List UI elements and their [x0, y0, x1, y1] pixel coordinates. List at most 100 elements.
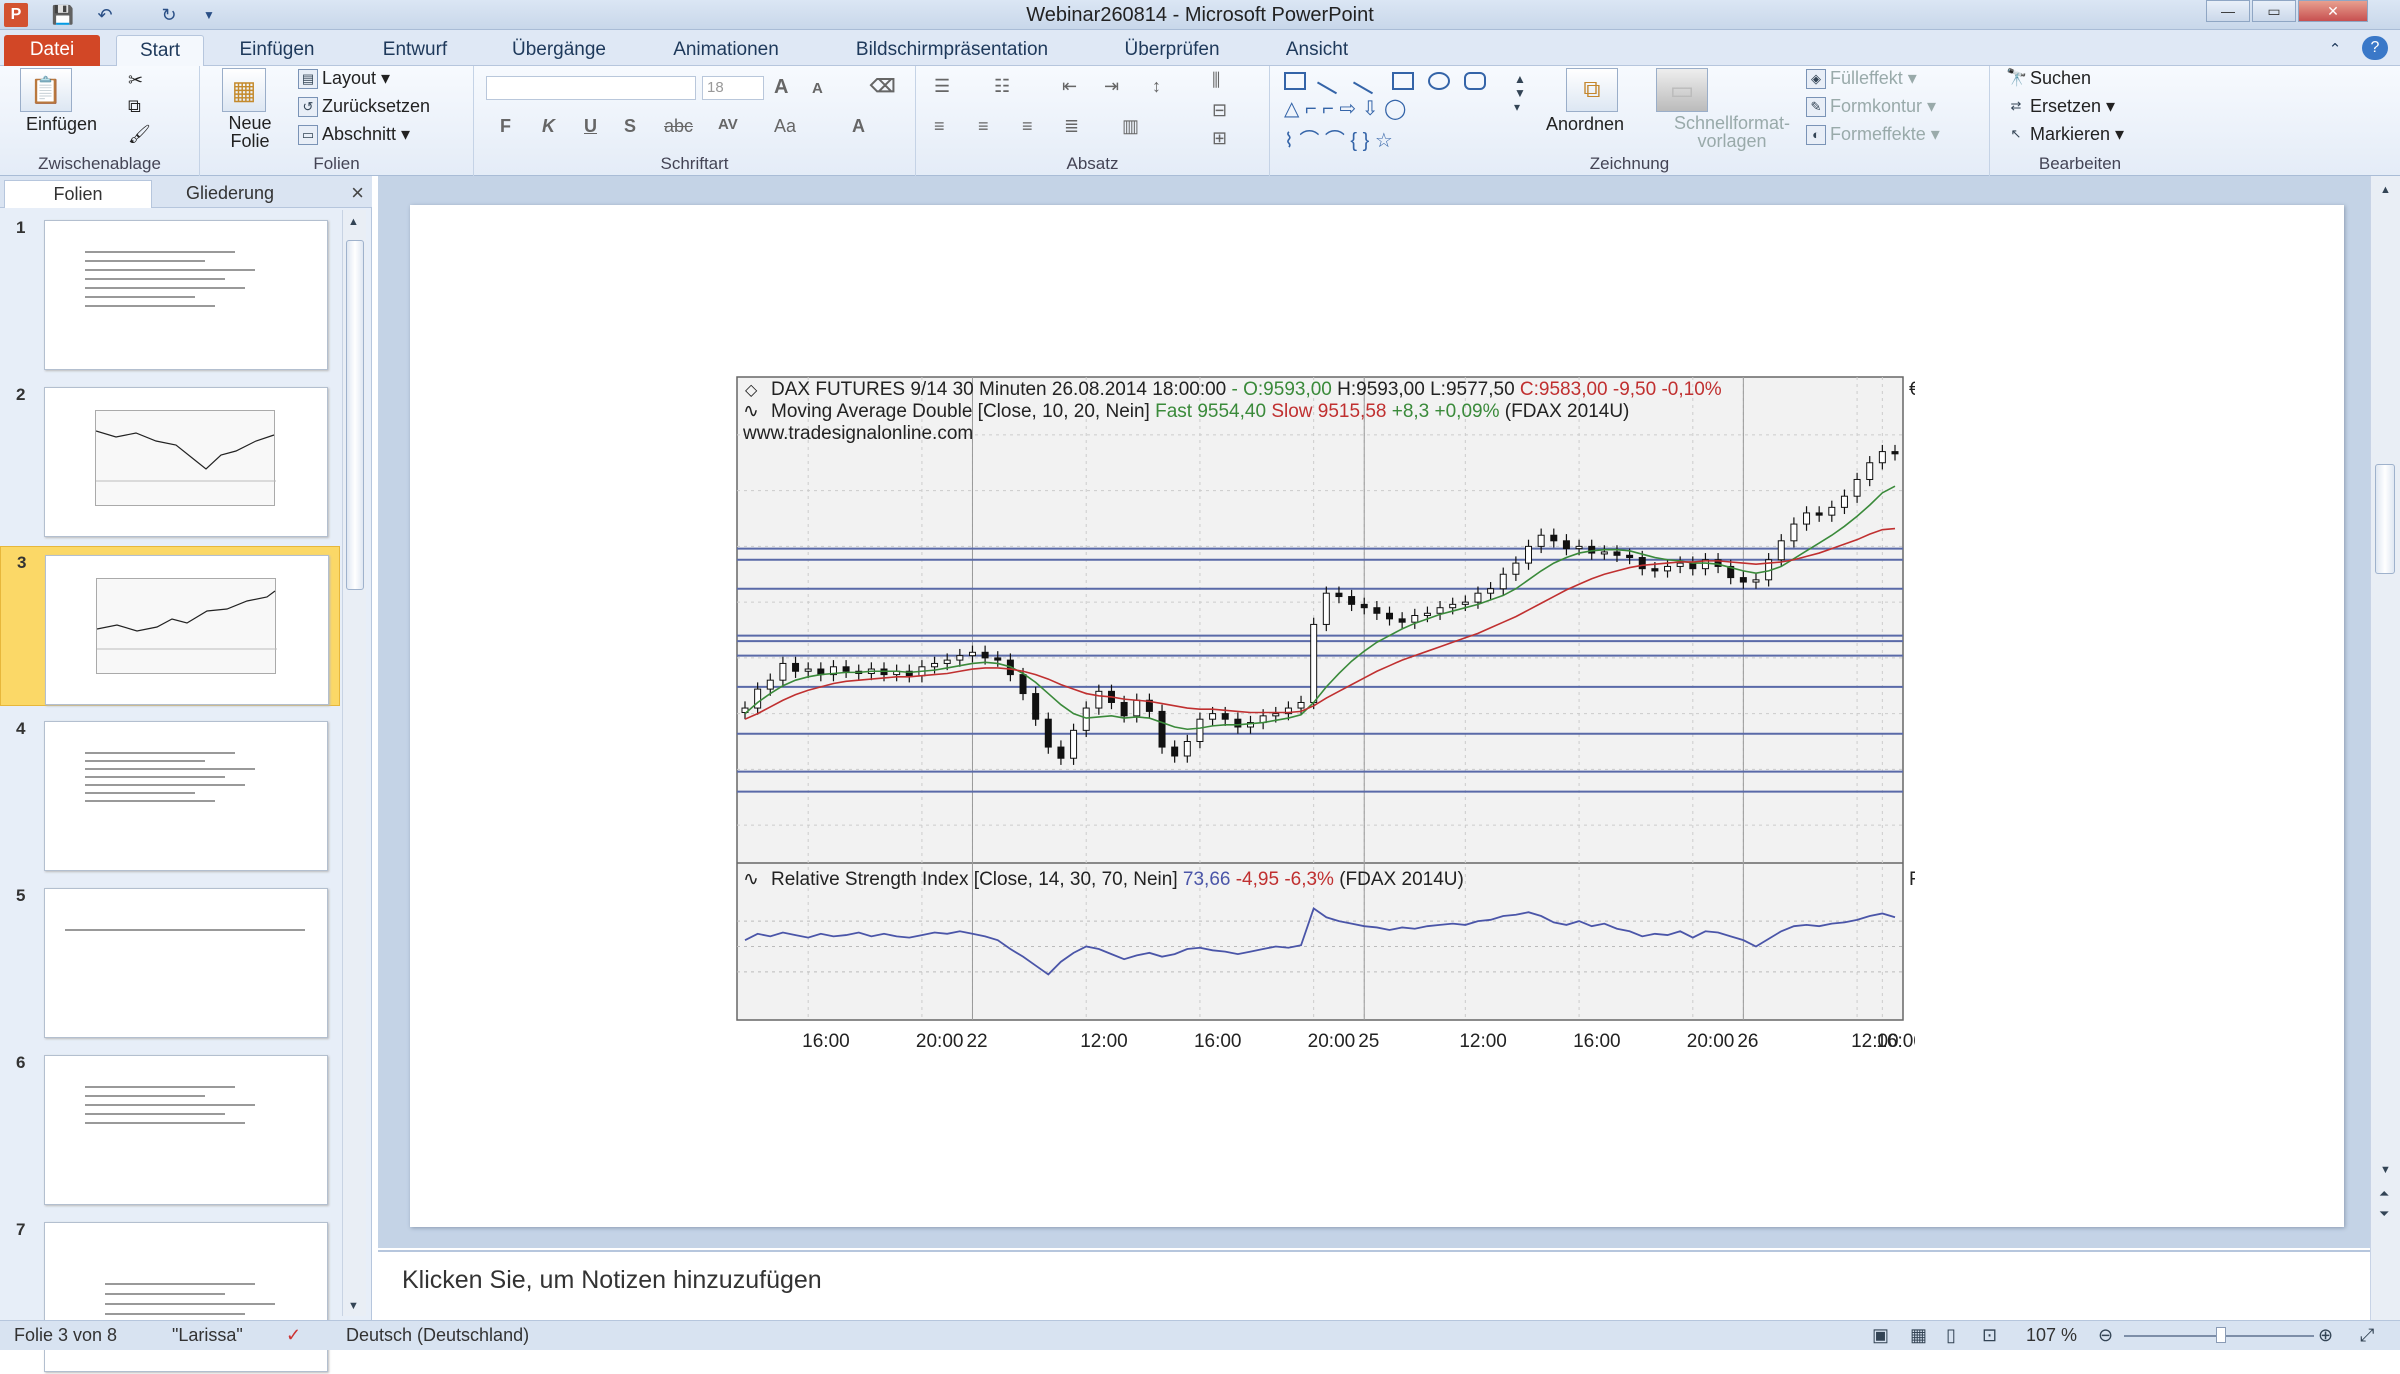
font-size-combo[interactable]: 18 [702, 76, 764, 100]
new-slide-button[interactable]: Neue Folie [220, 114, 280, 150]
normal-view-icon[interactable]: ▣ [1872, 1325, 1889, 1346]
paste-button[interactable]: Einfügen [26, 114, 97, 135]
cut-icon[interactable]: ✂ [128, 70, 143, 91]
tab-review[interactable]: Überprüfen [1108, 35, 1236, 66]
fit-to-window-icon[interactable]: ⤢ [2360, 1325, 2374, 1346]
slide-preview[interactable] [44, 387, 328, 537]
slides-scrollbar[interactable]: ▲ ▼ [342, 210, 366, 1316]
shape-effects-button[interactable]: ◐ Formeffekte ▾ [1806, 124, 1940, 146]
font-name-combo[interactable] [486, 76, 696, 100]
replace-button[interactable]: ⇄ Ersetzen ▾ [2006, 96, 2116, 117]
underline-button[interactable]: U [584, 116, 597, 137]
copy-icon[interactable]: ⧉ [128, 96, 141, 117]
arrange-button[interactable]: Anordnen [1546, 114, 1624, 135]
notes-pane[interactable]: Klicken Sie, um Notizen hinzuzufügen [378, 1250, 2370, 1320]
scroll-up-icon[interactable]: ▲ [348, 216, 359, 228]
zoom-slider-thumb[interactable] [2216, 1327, 2226, 1343]
textbox-shape-icon[interactable] [1284, 72, 1306, 90]
section-button[interactable]: ▭ Abschnitt ▾ [298, 124, 410, 146]
scroll-down-icon[interactable]: ▼ [348, 1300, 359, 1312]
slide-thumbnail[interactable]: 5 [0, 880, 340, 1040]
clear-format-icon[interactable]: ⌫ [870, 76, 895, 97]
format-painter-icon[interactable]: 🖌 [128, 124, 151, 145]
slide-thumbnail[interactable]: 3 [0, 546, 340, 706]
quick-styles-button[interactable]: Schnellformat-vorlagen [1652, 114, 1812, 150]
decrease-indent-icon[interactable]: ⇤ [1062, 76, 1077, 97]
paste-icon[interactable]: 📋 [20, 68, 72, 112]
tab-transitions[interactable]: Übergänge [495, 35, 623, 66]
smartart-icon[interactable]: ⊞ [1212, 128, 1227, 149]
strikethrough-button[interactable]: abc [664, 116, 693, 137]
spellcheck-icon[interactable]: ✓ [286, 1325, 301, 1346]
align-left-icon[interactable]: ≡ [934, 116, 945, 137]
increase-indent-icon[interactable]: ⇥ [1104, 76, 1119, 97]
align-right-icon[interactable]: ≡ [1022, 116, 1033, 137]
tab-file[interactable]: Datei [4, 35, 100, 66]
gallery-more-icon[interactable]: ▲ ▼ ▾ [1514, 72, 1526, 114]
zoom-level[interactable]: 107 % [2026, 1325, 2077, 1346]
align-center-icon[interactable]: ≡ [978, 116, 989, 137]
scrollbar-thumb[interactable] [2375, 464, 2395, 574]
collapse-ribbon-icon[interactable]: ⌃ [2322, 35, 2348, 66]
close-button[interactable]: ✕ [2298, 0, 2368, 22]
zoom-out-icon[interactable]: ⊖ [2098, 1325, 2113, 1346]
justify-icon[interactable]: ≣ [1064, 116, 1079, 137]
arrow-shape-icon[interactable] [1352, 67, 1382, 95]
columns-icon[interactable]: ▥ [1122, 116, 1139, 137]
next-slide-icon[interactable]: ⏷ [2379, 1206, 2389, 1222]
layout-button[interactable]: ▤ Layout ▾ [298, 68, 390, 90]
minimize-button[interactable]: — [2206, 0, 2250, 22]
oval-shape-icon[interactable] [1428, 72, 1450, 90]
tab-outline[interactable]: Gliederung [156, 180, 304, 208]
grow-font-button[interactable]: A [774, 76, 788, 99]
help-icon[interactable]: ? [2362, 36, 2388, 60]
tab-slideshow[interactable]: Bildschirmpräsentation [832, 35, 1072, 66]
shape-gallery-row3[interactable]: ⌇ ⌒ ⌒ { } ☆ [1284, 124, 1393, 153]
select-button[interactable]: ↖ Markieren ▾ [2006, 124, 2125, 145]
bold-button[interactable]: F [500, 116, 511, 137]
new-slide-icon[interactable]: ▦ [222, 68, 266, 112]
tab-design[interactable]: Entwurf [360, 35, 470, 66]
editor-scrollbar[interactable]: ▲ ▼ ⏶ ⏷ [2370, 176, 2400, 1320]
italic-button[interactable]: K [542, 116, 555, 137]
maximize-button[interactable]: ▭ [2252, 0, 2296, 22]
slide-preview[interactable] [44, 888, 328, 1038]
tab-start[interactable]: Start [116, 35, 204, 66]
shape-outline-button[interactable]: ✎ Formkontur ▾ [1806, 96, 1936, 118]
arrange-icon[interactable]: ⧉ [1566, 68, 1618, 112]
slide-preview[interactable] [44, 1055, 328, 1205]
find-button[interactable]: 🔭 Suchen [2006, 68, 2091, 89]
slide-thumbnail[interactable]: 1 [0, 212, 340, 372]
numbering-icon[interactable]: ☷ [994, 76, 1010, 97]
tab-view[interactable]: Ansicht [1270, 35, 1364, 66]
tab-insert[interactable]: Einfügen [222, 35, 332, 66]
scroll-down-icon[interactable]: ▼ [2380, 1164, 2391, 1176]
reading-view-icon[interactable]: ▯ [1946, 1325, 1956, 1346]
line-spacing-icon[interactable]: ↕ [1152, 76, 1161, 97]
slide-preview[interactable] [44, 721, 328, 871]
shape-fill-button[interactable]: ◈ Fülleffekt ▾ [1806, 68, 1917, 90]
scrollbar-thumb[interactable] [346, 240, 364, 590]
text-direction-icon[interactable]: ⫼ [1212, 70, 1220, 91]
slide-preview[interactable] [45, 555, 329, 705]
slide-thumbnail[interactable]: 7 [0, 1214, 340, 1374]
tab-animations[interactable]: Animationen [658, 35, 794, 66]
slide-sorter-icon[interactable]: ▦ [1910, 1325, 1927, 1346]
zoom-in-icon[interactable]: ⊕ [2318, 1325, 2333, 1346]
reset-button[interactable]: ↺ Zurücksetzen [298, 96, 430, 118]
shadow-text-button[interactable]: S [624, 116, 636, 137]
slide-thumbnail[interactable]: 6 [0, 1047, 340, 1207]
language-indicator[interactable]: Deutsch (Deutschland) [346, 1325, 529, 1346]
tab-slides[interactable]: Folien [4, 180, 152, 208]
slide-thumbnail[interactable]: 2 [0, 379, 340, 539]
change-case-button[interactable]: Aa [774, 116, 796, 137]
previous-slide-icon[interactable]: ⏶ [2379, 1186, 2389, 1202]
shape-gallery-row2[interactable]: △ ⌐ ⌐ ⇨ ⇩ ◯ [1284, 96, 1406, 121]
notes-placeholder[interactable]: Klicken Sie, um Notizen hinzuzufügen [402, 1266, 822, 1295]
scroll-up-icon[interactable]: ▲ [2380, 184, 2391, 196]
slide-preview[interactable] [44, 220, 328, 370]
quick-styles-icon[interactable]: ▭ [1656, 68, 1708, 112]
slideshow-view-icon[interactable]: ⊡ [1982, 1325, 1997, 1346]
char-spacing-button[interactable]: AV [718, 116, 738, 133]
bullets-icon[interactable]: ☰ [934, 76, 950, 97]
